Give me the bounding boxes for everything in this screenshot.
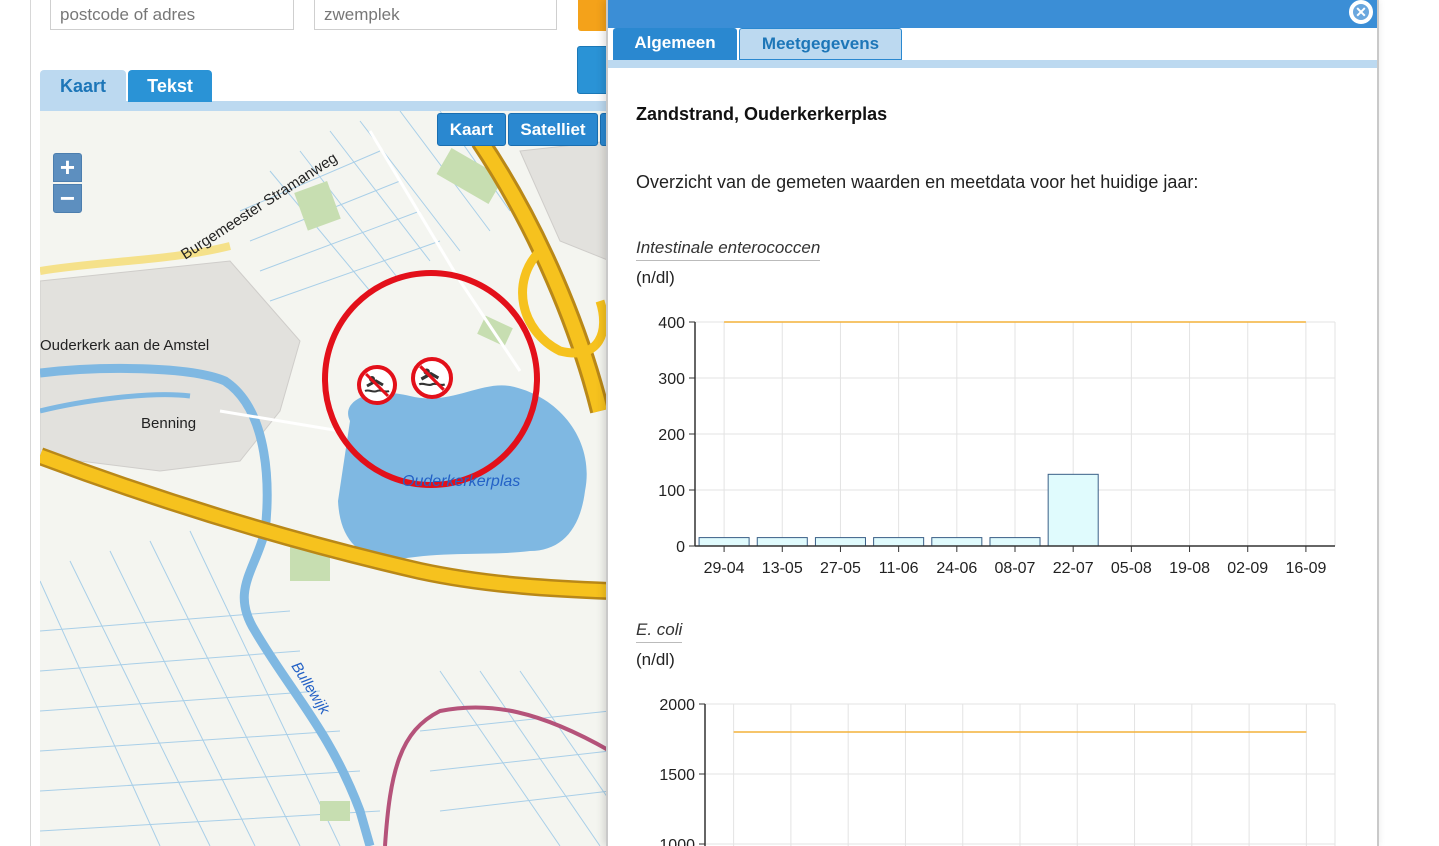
map-type-kaart-button[interactable]: Kaart <box>437 113 506 146</box>
zoom-in-button[interactable]: + <box>53 153 82 182</box>
tab-tekst[interactable]: Tekst <box>128 70 212 102</box>
chart-bar <box>698 537 750 547</box>
chart-title-enterococcen: Intestinale enterococcen <box>636 238 821 261</box>
chart-tick-label-y: 1000 <box>659 837 695 846</box>
chart-bar <box>989 537 1041 547</box>
app-root: Kaart Tekst <box>0 0 1439 846</box>
chart-ecoli: 1000 1500 2000 <box>659 697 1336 846</box>
overview-text: Overzicht van de gemeten waarden en meet… <box>636 172 1199 192</box>
zwemplek-input[interactable] <box>314 0 557 30</box>
chart-tick-label-y: 2000 <box>659 697 695 714</box>
tab-kaart[interactable]: Kaart <box>40 70 126 102</box>
chart-bar <box>814 537 866 547</box>
chart-tick-label-x: 08-07 <box>995 560 1036 577</box>
map[interactable]: Burgemeester Stramanweg Ouderkerk aan de… <box>40 111 610 846</box>
chart-tick-label-x: 11-06 <box>879 560 919 577</box>
chart-tick-label-x: 27-05 <box>820 560 861 577</box>
chart-tick-label-x: 05-08 <box>1111 560 1152 577</box>
chart-unit-enterococcen: (n/dl) <box>636 268 675 287</box>
postcode-input[interactable] <box>50 0 294 30</box>
swimmer-icon <box>364 372 390 398</box>
chart-tick-label-x: 13-05 <box>762 560 803 577</box>
chart-tick-label-x: 22-07 <box>1053 560 1094 577</box>
tab-algemeen[interactable]: Algemeen <box>613 28 737 60</box>
map-label-benning: Benning <box>141 415 197 432</box>
chart-unit-ecoli: (n/dl) <box>636 650 675 669</box>
map-label-lake: Ouderkerkerplas <box>402 473 521 490</box>
zoom-out-button[interactable]: − <box>53 184 82 213</box>
chart-bar <box>1047 473 1099 547</box>
close-icon: ✕ <box>1353 4 1369 20</box>
chart-tick-label-x: 19-08 <box>1169 560 1210 577</box>
chart-enterococcen: 0 100 200 300 400 29-04 13-05 27-05 11-06 24-06 08… <box>658 315 1336 577</box>
map-label-ouderkerk: Ouderkerk aan de Amstel <box>40 337 210 354</box>
panel-tabs-bar <box>608 60 1377 68</box>
close-button[interactable]: ✕ <box>1349 0 1373 24</box>
info-panel: ✕ Algemeen Meetgegevens Zandstrand, Oude… <box>606 0 1379 846</box>
chart-tick-label-x: 24-06 <box>936 560 977 577</box>
swimmer-icon <box>418 365 446 391</box>
chart-bar <box>756 537 808 547</box>
chart-tick-label-x: 29-04 <box>704 560 745 577</box>
tab-meetgegevens[interactable]: Meetgegevens <box>739 28 902 60</box>
chart-tick-label-y: 400 <box>658 315 685 332</box>
chart-tick-label-y: 1500 <box>659 767 695 784</box>
location-title: Zandstrand, Ouderkerkerplas <box>636 104 888 124</box>
view-tabs-bar <box>40 101 610 111</box>
no-swimming-icon[interactable] <box>357 365 397 405</box>
chart-bar <box>931 537 983 547</box>
chart-tick-label-x: 16-09 <box>1285 560 1326 577</box>
map-type-satelliet-button[interactable]: Satelliet <box>508 113 598 146</box>
no-swimming-icon[interactable] <box>411 357 453 399</box>
municipal-border <box>383 705 610 846</box>
chart-tick-label-y: 200 <box>658 427 685 444</box>
chart-tick-label-y: 100 <box>658 483 685 500</box>
chart-tick-label-x: 02-09 <box>1227 560 1268 577</box>
chart-title-ecoli: E. coli <box>636 620 683 643</box>
chart-bar <box>873 537 925 547</box>
panel-header: ✕ <box>608 0 1377 28</box>
chart-tick-label-y: 0 <box>676 539 685 556</box>
map-canvas <box>40 111 610 846</box>
page-border <box>30 0 31 846</box>
chart-tick-label-y: 300 <box>658 371 685 388</box>
